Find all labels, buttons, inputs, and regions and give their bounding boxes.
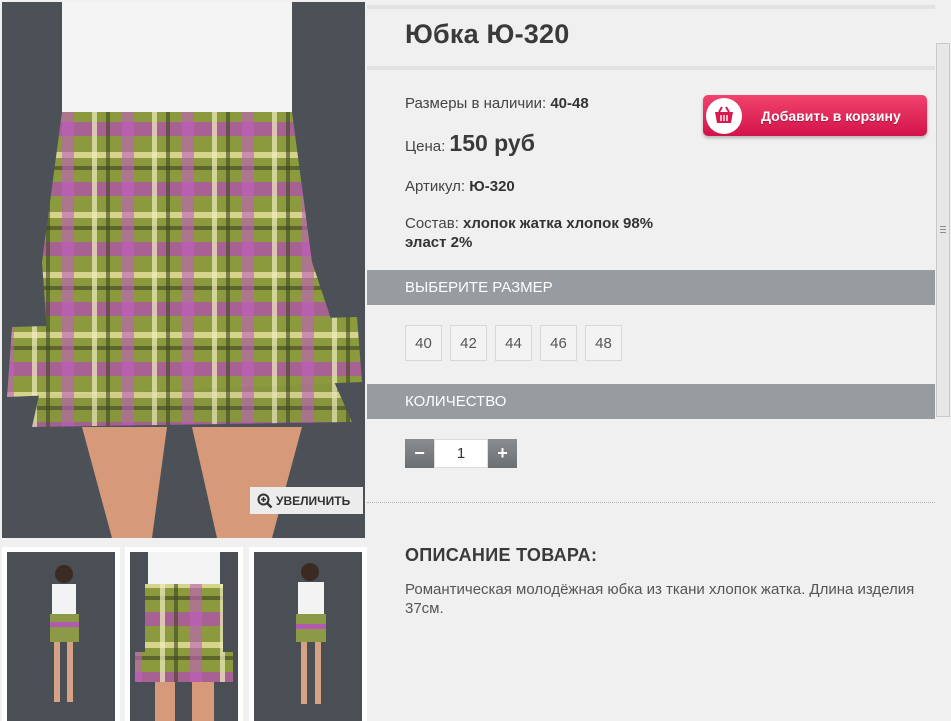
- quantity-decrease-button[interactable]: −: [405, 439, 434, 468]
- thumbnail-strip: [2, 547, 367, 721]
- product-page: УВЕЛИЧИТЬ Юбка Ю-320 Размеры в наличии: …: [0, 0, 951, 721]
- composition-value-line1: хлопок жатка хлопок 98%: [463, 215, 654, 232]
- thumbnail-1[interactable]: [2, 547, 120, 721]
- magnifier-plus-icon: [257, 493, 273, 509]
- size-option-46[interactable]: 46: [540, 325, 577, 361]
- size-options: 40 42 44 46 48: [405, 325, 630, 361]
- zoom-label: УВЕЛИЧИТЬ: [276, 493, 351, 508]
- sizes-available-line: Размеры в наличии: 40-48: [405, 95, 589, 112]
- add-to-cart-label: Добавить в корзину: [761, 107, 901, 124]
- main-product-photo[interactable]: [2, 2, 365, 538]
- price-line: Цена: 150 руб: [405, 130, 535, 157]
- price-label: Цена:: [405, 138, 446, 155]
- zoom-button[interactable]: УВЕЛИЧИТЬ: [250, 487, 363, 514]
- size-option-42[interactable]: 42: [450, 325, 487, 361]
- description-title: ОПИСАНИЕ ТОВАРА:: [405, 545, 598, 565]
- add-to-cart-button[interactable]: Добавить в корзину: [703, 95, 927, 136]
- article-label: Артикул:: [405, 178, 466, 195]
- description-divider: [367, 502, 935, 503]
- thumbnail-closeup-image: [130, 552, 238, 721]
- scrollbar-grip-icon: [940, 226, 946, 233]
- size-option-44[interactable]: 44: [495, 325, 532, 361]
- basket-icon: [706, 97, 742, 134]
- title-divider: [367, 66, 935, 70]
- price-value: 150 руб: [449, 130, 535, 156]
- article-value: Ю-320: [469, 178, 515, 195]
- quantity-input[interactable]: [434, 439, 488, 468]
- top-divider: [367, 5, 935, 9]
- quantity-increase-button[interactable]: +: [488, 439, 517, 468]
- article-line: Артикул: Ю-320: [405, 178, 515, 195]
- quantity-section-header: КОЛИЧЕСТВО: [367, 384, 935, 419]
- description-text: Романтическая молодёжная юбка из ткани х…: [405, 581, 915, 617]
- skirt-photo-image: [2, 2, 365, 538]
- size-option-48[interactable]: 48: [585, 325, 622, 361]
- sizes-available-value: 40-48: [550, 95, 589, 112]
- composition-value-line2: эласт 2%: [405, 234, 473, 251]
- thumbnail-front-full-image: [7, 552, 115, 721]
- quantity-stepper: − +: [405, 439, 517, 468]
- product-title: Юбка Ю-320: [405, 19, 570, 49]
- product-details: Юбка Ю-320 Размеры в наличии: 40-48 Цена…: [367, 0, 935, 721]
- sizes-available-label: Размеры в наличии:: [405, 95, 547, 112]
- composition-label: Состав:: [405, 215, 459, 232]
- size-option-40[interactable]: 40: [405, 325, 442, 361]
- thumbnail-3[interactable]: [249, 547, 367, 721]
- thumbnail-back-full-image: [254, 552, 362, 721]
- size-section-header: ВЫБЕРИТЕ РАЗМЕР: [367, 270, 935, 305]
- thumbnail-2[interactable]: [125, 547, 243, 721]
- composition-line: Состав: хлопок жатка хлопок 98% эласт 2%: [405, 214, 653, 252]
